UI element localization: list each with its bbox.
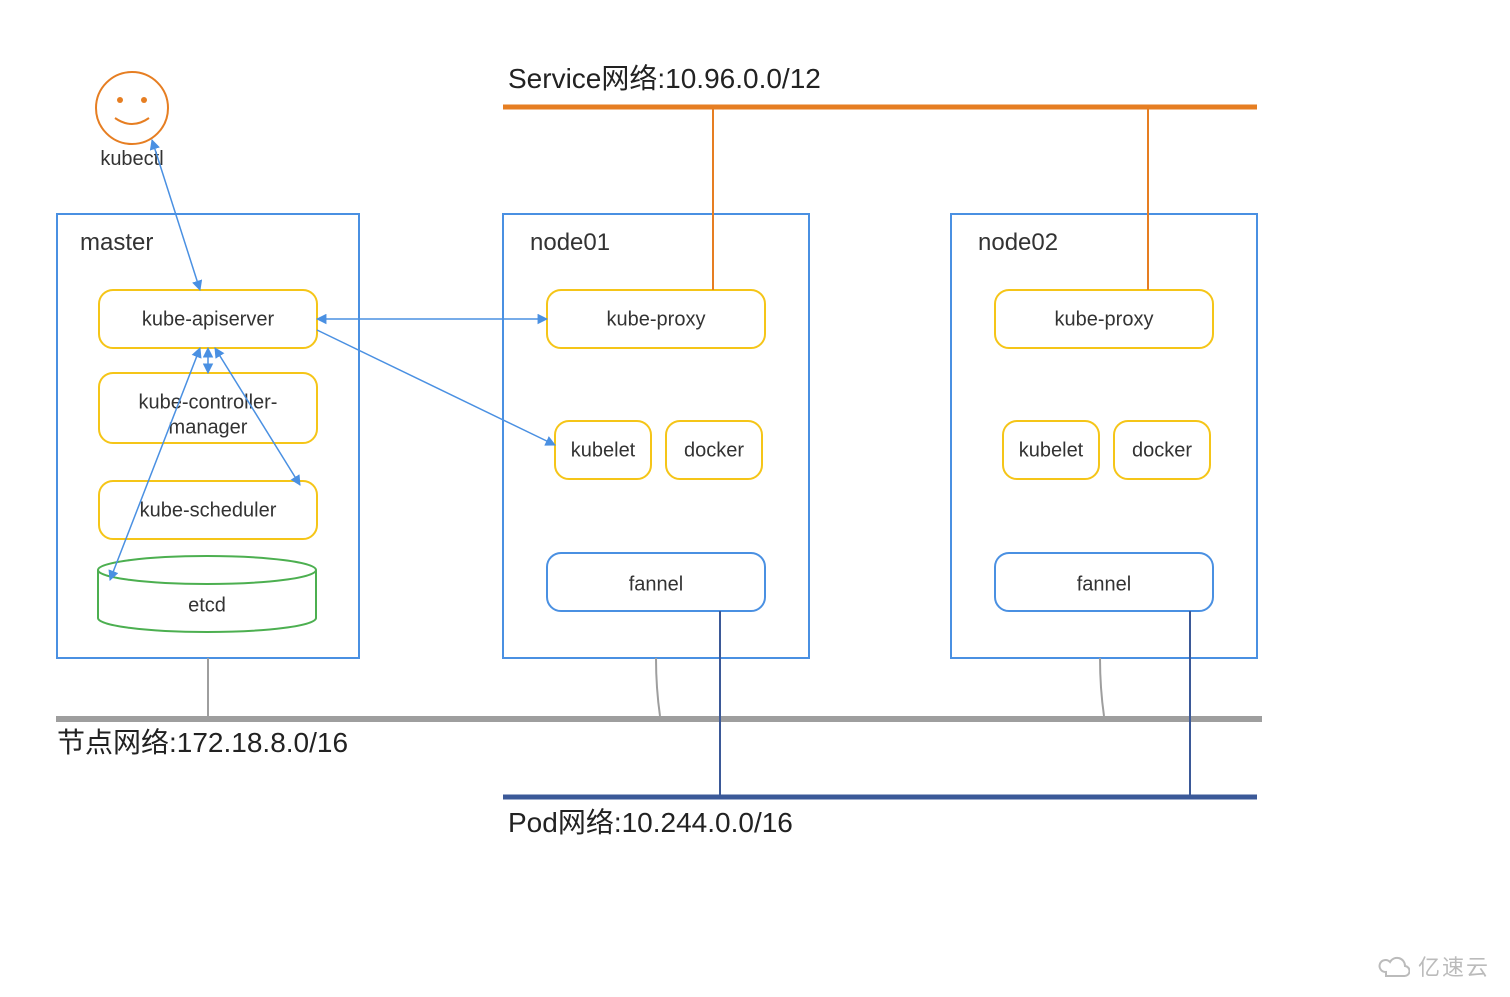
pod-network-label: Pod网络:10.244.0.0/16 [508,807,793,838]
node01-proxy-label: kube-proxy [607,308,706,330]
watermark: 亿速云 [1376,950,1490,982]
kubectl-label: kubectl [100,148,163,170]
arrow-apiserver-kubelet [317,330,555,445]
kube-scheduler-label: kube-scheduler [140,499,277,521]
arrow-apiserver-etcd [110,348,200,580]
node01-docker-label: docker [684,439,744,461]
node01-flannel-label: fannel [629,573,684,595]
node-network-label: 节点网络:172.18.8.0/16 [57,727,348,758]
node02-title: node02 [978,229,1058,256]
node02-proxy-label: kube-proxy [1055,308,1154,330]
node02-flannel-label: fannel [1077,573,1132,595]
node01-title: node01 [530,229,610,256]
architecture-diagram: Service网络:10.96.0.0/12 节点网络:172.18.8.0/1… [0,0,1510,997]
watermark-text: 亿速云 [1418,950,1490,982]
kube-controller-label-line2: manager [169,416,248,438]
master-title: master [80,229,153,256]
kube-controller-label-line1: kube-controller- [139,391,278,413]
node02-kubelet-label: kubelet [1019,439,1084,461]
etcd-label: etcd [188,594,226,616]
node01-node-link [656,658,660,716]
node02-docker-label: docker [1132,439,1192,461]
kube-apiserver-label: kube-apiserver [142,308,275,330]
node02-node-link [1100,658,1104,716]
kubectl-icon [96,72,168,144]
service-network-label: Service网络:10.96.0.0/12 [508,63,821,94]
node01-kubelet-label: kubelet [571,439,636,461]
